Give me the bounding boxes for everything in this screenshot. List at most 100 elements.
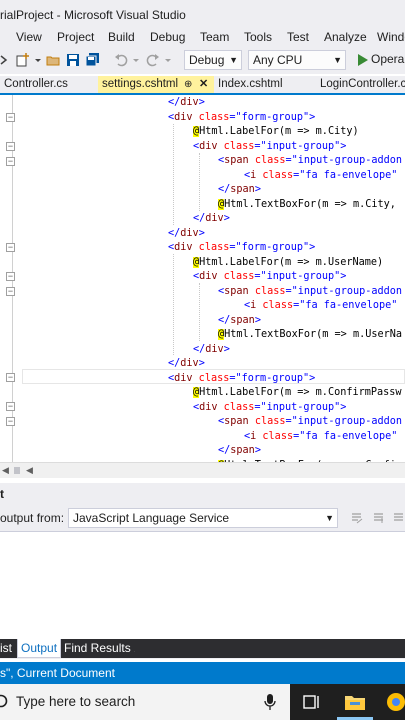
tab-label: Find Results 1	[64, 641, 141, 655]
menu-window[interactable]: Windo	[377, 30, 405, 44]
start-debugging-icon[interactable]	[356, 53, 370, 67]
code-line: <i class="fa fa-envelope"	[244, 430, 398, 442]
tab-login-controller[interactable]: LoginController.cs	[316, 76, 405, 93]
indent-guide	[173, 254, 174, 355]
indent-guide	[199, 153, 200, 211]
code-line: </div>	[193, 343, 230, 355]
file-explorer-icon[interactable]	[344, 692, 366, 715]
collapse-icon[interactable]: −	[6, 373, 15, 382]
open-folder-icon[interactable]	[46, 53, 60, 67]
tab-strip-background	[135, 639, 405, 658]
code-line: <i class="fa fa-envelope"	[244, 300, 398, 311]
tab-label: Controller.cs	[4, 78, 68, 90]
close-icon[interactable]: ✕	[199, 76, 208, 93]
tab-find-results-1[interactable]: Find Results 1	[61, 639, 141, 658]
start-debugging-button[interactable]: Opera	[371, 52, 404, 66]
code-line: @Html.LabelFor(m => m.City)	[193, 126, 359, 137]
collapse-icon[interactable]: −	[6, 287, 15, 296]
scroll-thumb[interactable]	[14, 467, 20, 474]
output-source-select[interactable]: JavaScript Language Service ▼	[68, 508, 338, 528]
redo-icon[interactable]	[146, 53, 160, 67]
code-line: <i class="fa fa-envelope"	[244, 169, 398, 181]
indent-guide	[199, 283, 200, 341]
code-line: <span class="input-group-addon	[218, 416, 403, 427]
tab-label: Output	[21, 641, 58, 655]
dropdown-arrow-icon[interactable]	[34, 53, 42, 67]
status-text: s", Current Document	[0, 666, 115, 680]
find-message-icon[interactable]	[350, 511, 364, 525]
pin-icon[interactable]: ⊕	[184, 76, 192, 93]
scroll-right-icon[interactable]: ◀	[26, 465, 33, 476]
solution-platform-select[interactable]: Any CPU ▼	[248, 50, 346, 70]
document-tab-bar: Controller.cs settings.cshtml ⊕ ✕ Index.…	[0, 76, 405, 95]
undo-dropdown-icon[interactable]	[132, 53, 140, 67]
tab-label: settings.cshtml	[102, 78, 179, 90]
microphone-icon[interactable]	[264, 694, 276, 714]
code-line: <div class="input-group">	[193, 401, 347, 413]
menu-view[interactable]: View	[16, 30, 42, 44]
code-line: </span>	[218, 184, 261, 195]
code-line: </div>	[168, 227, 205, 239]
show-output-from-label: output from:	[0, 511, 65, 525]
menu-tools[interactable]: Tools	[244, 30, 272, 44]
save-all-icon[interactable]	[85, 53, 100, 67]
code-line: </div>	[193, 213, 230, 224]
collapse-icon[interactable]: −	[6, 142, 15, 151]
scroll-left-icon[interactable]: ◀	[2, 465, 9, 476]
menu-project[interactable]: Project	[57, 30, 94, 44]
output-text-area[interactable]	[0, 531, 405, 639]
taskbar: Type here to search	[0, 684, 405, 720]
editor-horizontal-scrollbar[interactable]: ◀ ◀	[0, 462, 405, 478]
solution-configuration-select[interactable]: Debug ▼	[184, 50, 242, 70]
code-line: <span class="input-group-addon	[218, 285, 403, 297]
code-line: @Html.LabelFor(m => m.UserName)	[193, 256, 384, 268]
bottom-tool-tabs: ist Output Find Results 1	[0, 639, 405, 659]
code-line: <div class="form-group">	[168, 242, 316, 253]
taskbar-search-box[interactable]: Type here to search	[0, 684, 290, 720]
collapse-icon[interactable]: −	[6, 243, 15, 252]
save-icon[interactable]	[66, 53, 80, 67]
chevron-down-icon: ▼	[229, 55, 238, 65]
undo-icon[interactable]	[114, 53, 128, 67]
menu-team[interactable]: Team	[200, 30, 229, 44]
collapse-icon[interactable]: −	[6, 113, 15, 122]
browser-icon[interactable]	[386, 692, 405, 715]
collapse-icon[interactable]: −	[6, 402, 15, 411]
code-line: @Html.LabelFor(m => m.ConfirmPassw	[193, 387, 402, 398]
go-to-next-icon[interactable]	[392, 511, 405, 525]
task-view-icon[interactable]	[303, 693, 321, 714]
go-to-previous-icon[interactable]	[372, 511, 386, 525]
indent-guide	[173, 124, 174, 225]
tab-output[interactable]: Output	[17, 639, 61, 658]
redo-dropdown-icon[interactable]	[164, 53, 172, 67]
code-line: <div class="input-group">	[193, 140, 347, 152]
navigate-forward-icon[interactable]	[0, 53, 14, 67]
chevron-down-icon: ▼	[325, 513, 334, 523]
menu-bar: View Project Build Debug Team Tools Test…	[0, 30, 405, 46]
menu-build[interactable]: Build	[108, 30, 135, 44]
output-panel-header: t	[0, 483, 405, 505]
code-line: @Html.TextBoxFor(m => m.City,	[218, 198, 396, 210]
tab-settings[interactable]: settings.cshtml ⊕ ✕	[98, 76, 214, 93]
tab-index[interactable]: Index.cshtml	[214, 76, 314, 93]
tab-label: Index.cshtml	[218, 78, 283, 90]
menu-analyze[interactable]: Analyze	[324, 30, 367, 44]
title-bar: rialProject - Microsoft Visual Studio	[0, 0, 405, 30]
tab-controller[interactable]: Controller.cs	[0, 76, 95, 93]
code-line: <span class="input-group-addon	[218, 155, 403, 166]
collapse-icon[interactable]: −	[6, 417, 15, 426]
output-source-value: JavaScript Language Service	[73, 511, 230, 525]
menu-debug[interactable]: Debug	[150, 30, 185, 44]
menu-test[interactable]: Test	[287, 30, 309, 44]
new-project-icon[interactable]	[16, 53, 30, 67]
code-line: </div>	[168, 358, 205, 369]
code-line: </div>	[168, 97, 205, 108]
collapse-icon[interactable]: −	[6, 272, 15, 281]
tab-error-list[interactable]: ist	[0, 639, 17, 658]
window-title: rialProject - Microsoft Visual Studio	[0, 8, 186, 22]
code-editor[interactable]: − − − − − − − − − </div> <div class="form…	[0, 95, 405, 462]
code-line: <div class="input-group">	[193, 271, 347, 282]
code-line: </span>	[218, 314, 261, 326]
collapse-icon[interactable]: −	[6, 157, 15, 166]
chevron-down-icon: ▼	[333, 55, 342, 65]
